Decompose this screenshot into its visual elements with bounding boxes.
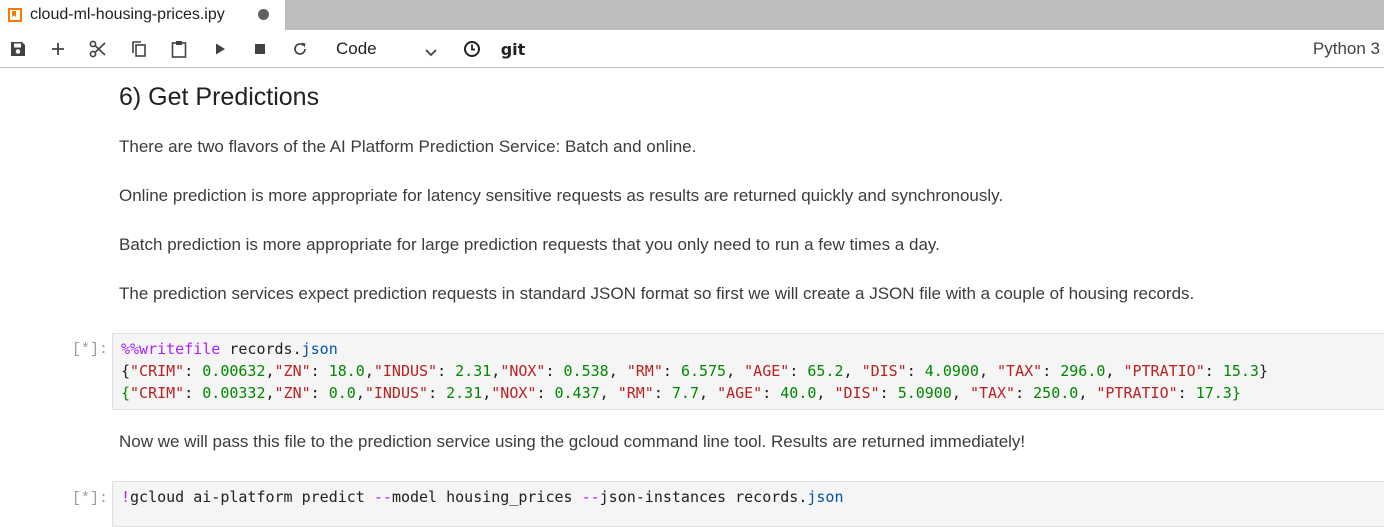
json-value: 0.437 xyxy=(554,384,600,402)
code-cell-gcloud[interactable]: !gcloud ai-platform predict --model hous… xyxy=(112,481,1384,527)
code-cell-writefile[interactable]: %%writefile records.json {"CRIM": 0.0063… xyxy=(112,333,1384,410)
timer-button[interactable] xyxy=(460,30,484,68)
markdown-paragraph: Now we will pass this file to the predic… xyxy=(119,432,1026,451)
copy-button[interactable] xyxy=(125,30,153,68)
add-cell-icon xyxy=(50,41,66,57)
json-value: 296.0 xyxy=(1060,362,1106,380)
markdown-paragraph: Batch prediction is more appropriate for… xyxy=(119,235,940,254)
stop-button[interactable] xyxy=(246,30,274,68)
json-value: 0.0 xyxy=(328,384,356,402)
json-value: 2.31 xyxy=(446,384,483,402)
json-value: 0.00332 xyxy=(202,384,266,402)
stop-icon xyxy=(254,43,266,55)
json-value: 6.575 xyxy=(680,362,727,380)
paste-icon xyxy=(170,40,188,58)
json-record-line: {"CRIM": 0.00632,"ZN": 18.0,"INDUS": 2.3… xyxy=(121,362,1268,380)
cut-icon xyxy=(89,40,107,58)
json-value: 0.00632 xyxy=(202,362,266,380)
flag-dashes: -- xyxy=(373,488,392,506)
code-text: json-instances records. xyxy=(599,488,808,506)
json-value: 17.3 xyxy=(1195,384,1232,402)
tab-filename: cloud-ml-housing-prices.ipy xyxy=(30,6,225,23)
code-line: %%writefile records.json xyxy=(121,340,338,358)
bang-operator: ! xyxy=(121,488,131,506)
cell-prompt: [*]: xyxy=(71,341,108,358)
markdown-paragraph: The prediction services expect predictio… xyxy=(119,284,1195,303)
json-value: 4.0900 xyxy=(924,362,979,380)
json-value: 18.0 xyxy=(328,362,365,380)
notebook-toolbar: Code git Python 3 xyxy=(0,30,1384,68)
json-value: 250.0 xyxy=(1033,384,1079,402)
json-value: 7.7 xyxy=(671,384,699,402)
code-text: model housing_prices xyxy=(391,488,582,506)
save-button[interactable] xyxy=(4,30,32,68)
unsaved-dot-icon[interactable] xyxy=(258,9,269,20)
json-value: 2.31 xyxy=(455,362,492,380)
notebook-icon xyxy=(8,8,22,22)
clock-icon xyxy=(463,40,481,58)
kernel-label: Python 3 xyxy=(1312,39,1380,58)
git-button[interactable]: git xyxy=(498,30,528,68)
restart-icon xyxy=(292,41,308,57)
magic-command: %%writefile xyxy=(121,340,221,358)
copy-icon xyxy=(130,40,148,58)
section-heading: 6) Get Predictions xyxy=(119,83,320,111)
json-value: 40.0 xyxy=(780,384,817,402)
cell-type-value: Code xyxy=(336,39,377,58)
add-cell-button[interactable] xyxy=(44,30,72,68)
git-label: git xyxy=(500,39,526,59)
run-icon xyxy=(213,42,227,56)
cell-type-select[interactable]: Code xyxy=(330,34,442,64)
flag-dashes: -- xyxy=(581,488,600,506)
json-value: 0.538 xyxy=(563,362,609,380)
cell-prompt: [*]: xyxy=(71,490,108,507)
chevron-down-icon xyxy=(424,43,438,63)
code-text: gcloud ai-platform predict xyxy=(130,488,374,506)
code-filename-ext: json xyxy=(301,340,338,358)
restart-button[interactable] xyxy=(286,30,314,68)
notebook-tab[interactable]: cloud-ml-housing-prices.ipy xyxy=(0,0,285,30)
paste-button[interactable] xyxy=(165,30,193,68)
tab-bar: cloud-ml-housing-prices.ipy xyxy=(0,0,1384,30)
code-line: !gcloud ai-platform predict --model hous… xyxy=(121,488,844,506)
kernel-name[interactable]: Python 3 xyxy=(1313,30,1380,68)
code-filename-ext: json xyxy=(807,488,844,506)
save-icon xyxy=(10,41,26,57)
json-record-line: {"CRIM": 0.00332,"ZN": 0.0,"INDUS": 2.31… xyxy=(121,384,1241,402)
run-button[interactable] xyxy=(206,30,234,68)
json-value: 5.0900 xyxy=(897,384,952,402)
json-value: 15.3 xyxy=(1222,362,1259,380)
json-value: 65.2 xyxy=(807,362,844,380)
markdown-paragraph: There are two flavors of the AI Platform… xyxy=(119,137,697,156)
markdown-paragraph: Online prediction is more appropriate fo… xyxy=(119,186,1004,205)
cut-button[interactable] xyxy=(84,30,112,68)
code-filename: records. xyxy=(229,340,302,358)
